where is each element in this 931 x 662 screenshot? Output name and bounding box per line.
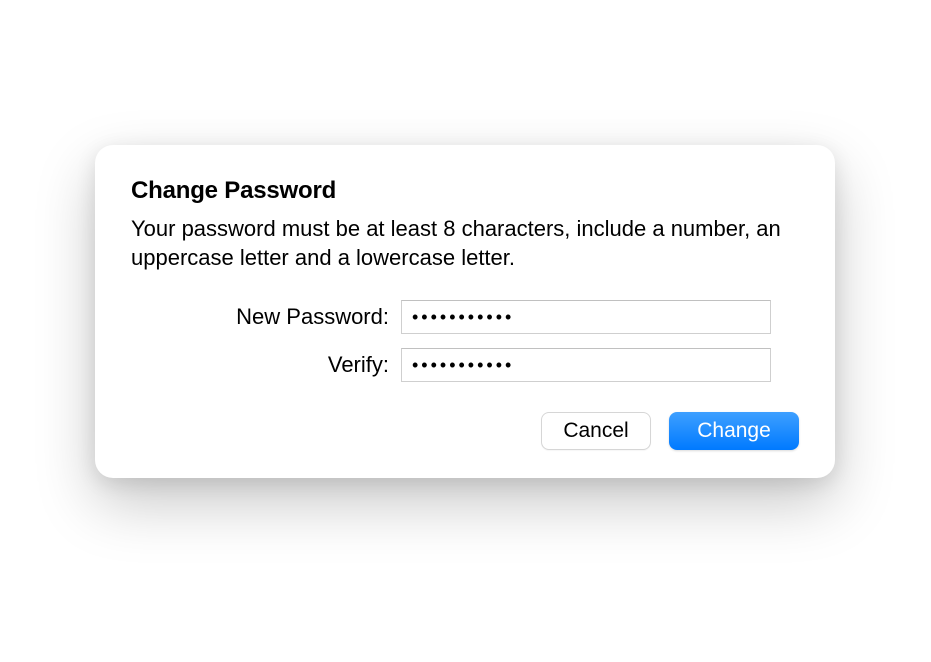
verify-password-label: Verify: xyxy=(131,352,401,378)
new-password-input[interactable] xyxy=(401,300,771,334)
button-row: Cancel Change xyxy=(131,412,799,450)
dialog-description: Your password must be at least 8 charact… xyxy=(131,215,799,272)
dialog-title: Change Password xyxy=(131,177,799,205)
change-password-dialog: Change Password Your password must be at… xyxy=(95,145,835,478)
cancel-button[interactable]: Cancel xyxy=(541,412,651,450)
new-password-label: New Password: xyxy=(131,304,401,330)
verify-password-row: Verify: xyxy=(131,348,799,382)
verify-password-input[interactable] xyxy=(401,348,771,382)
new-password-row: New Password: xyxy=(131,300,799,334)
change-button[interactable]: Change xyxy=(669,412,799,450)
